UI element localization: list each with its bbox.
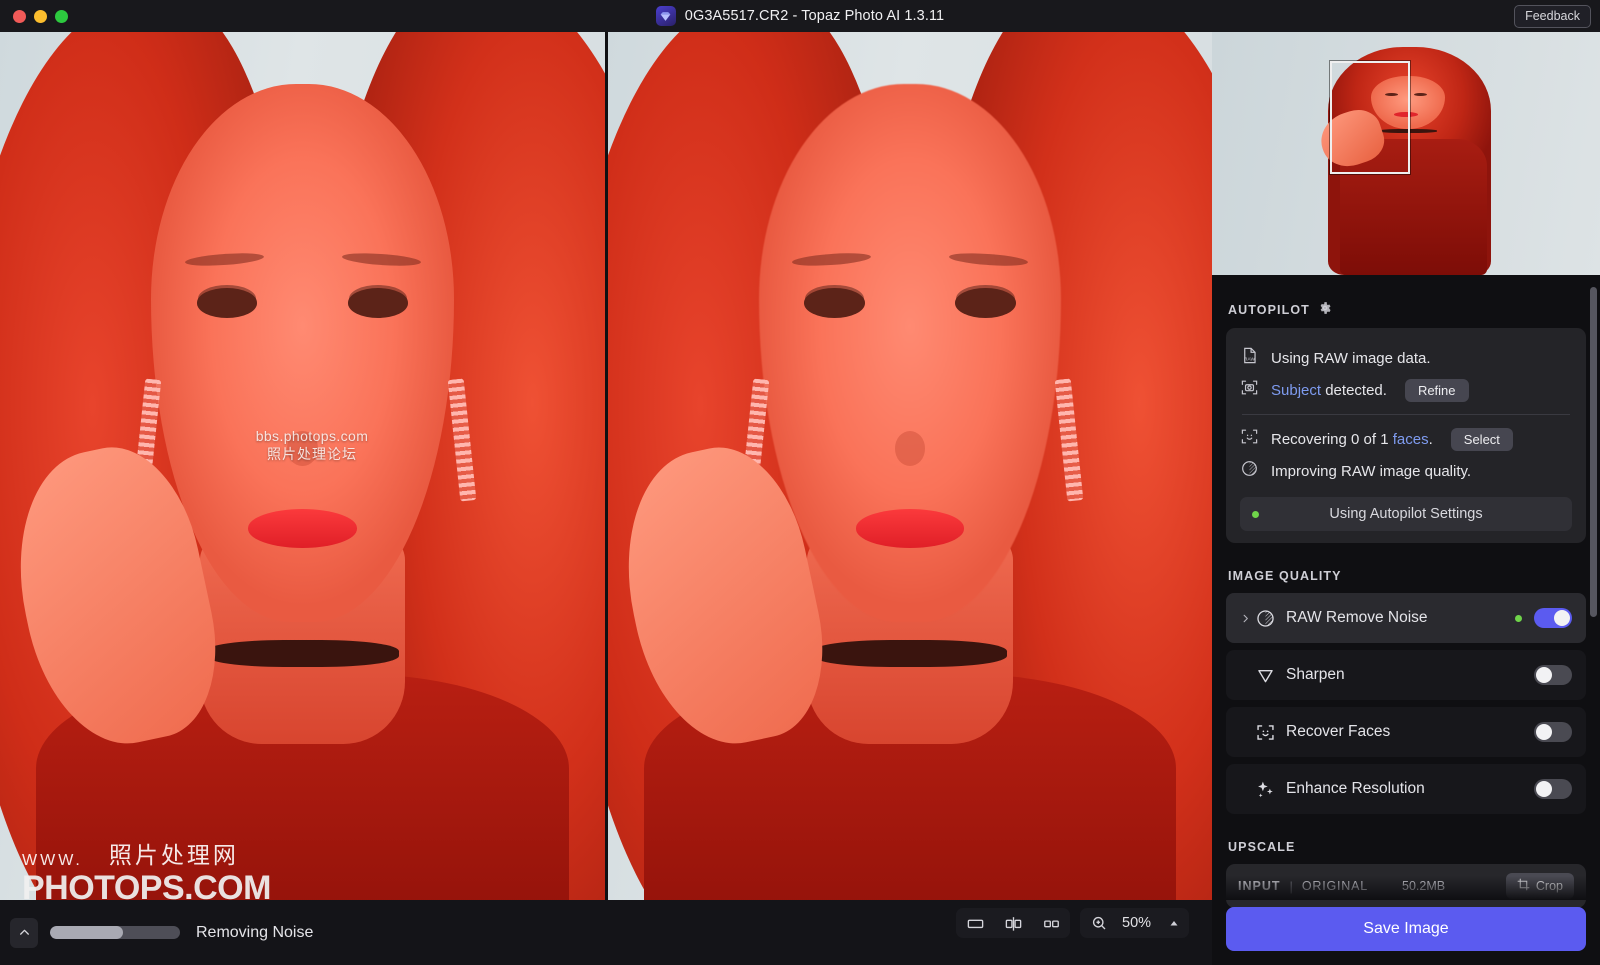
caret-up-icon[interactable] <box>1161 908 1187 938</box>
sharpen-toggle[interactable] <box>1534 665 1572 685</box>
upscale-section-header: UPSCALE <box>1228 840 1586 854</box>
panel-scrollbar[interactable] <box>1590 287 1597 897</box>
feature-row-enhance-resolution[interactable]: Enhance Resolution <box>1226 764 1586 814</box>
progress-fill <box>50 926 123 939</box>
view-mode-group[interactable] <box>956 908 1070 938</box>
autopilot-section-label: AUTOPILOT <box>1228 303 1310 317</box>
scrollbar-thumb[interactable] <box>1590 287 1597 617</box>
input-value: ORIGINAL <box>1302 879 1368 893</box>
zoom-level-label: 50% <box>1122 915 1151 931</box>
minimize-window-button[interactable] <box>34 10 47 23</box>
window-title: 0G3A5517.CR2 - Topaz Photo AI 1.3.11 <box>685 8 944 24</box>
magnifier-plus-icon[interactable] <box>1080 908 1118 938</box>
noise-circle-icon <box>1240 459 1259 483</box>
using-autopilot-settings-button[interactable]: Using Autopilot Settings <box>1240 497 1572 531</box>
gear-icon[interactable] <box>1318 301 1332 318</box>
topaz-diamond-icon <box>656 6 676 26</box>
autopilot-settings-label: Using Autopilot Settings <box>1329 506 1482 522</box>
image-navigator[interactable] <box>1212 32 1600 275</box>
feature-row-recover-faces[interactable]: Recover Faces <box>1226 707 1586 757</box>
original-photo <box>0 32 605 900</box>
status-dot <box>1252 511 1259 518</box>
window-controls[interactable] <box>13 10 68 23</box>
side-by-side-icon[interactable] <box>1032 908 1070 938</box>
sparkle-icon <box>1252 779 1278 800</box>
feature-label: Sharpen <box>1286 666 1534 684</box>
input-separator: | <box>1290 879 1293 894</box>
processing-progress-bar <box>50 926 180 939</box>
view-tools[interactable]: 50% <box>956 908 1189 938</box>
feedback-button[interactable]: Feedback <box>1514 5 1591 28</box>
feature-row-raw-remove-noise[interactable]: RAW Remove Noise <box>1226 593 1586 643</box>
status-label: Removing Noise <box>196 924 313 942</box>
autopilot-card: RAW Using RAW image data. Subject detect… <box>1226 328 1586 543</box>
face-detect-icon <box>1240 427 1259 451</box>
status-dot <box>1515 615 1522 622</box>
autopilot-divider <box>1242 414 1570 415</box>
input-file-size: 50.2MB <box>1402 879 1445 893</box>
autopilot-section-header: AUTOPILOT <box>1228 301 1586 318</box>
settings-scroll-area[interactable]: AUTOPILOT RAW Using RAW image data. <box>1212 275 1600 912</box>
processed-image-pane[interactable]: bbs.photops.com 照片处理论坛 <box>608 32 1212 900</box>
chevron-right-icon[interactable] <box>1238 613 1252 624</box>
subject-link[interactable]: Subject <box>1271 382 1321 399</box>
noise-circle-icon <box>1252 608 1278 629</box>
autopilot-raw-label: Using RAW image data. <box>1271 350 1431 367</box>
upscale-input-row[interactable]: INPUT | ORIGINAL 50.2MB Crop <box>1226 864 1586 908</box>
autopilot-row-faces: Recovering 0 of 1 faces. Select <box>1240 423 1572 455</box>
crop-button[interactable]: Crop <box>1506 873 1574 899</box>
title-bar: 0G3A5517.CR2 - Topaz Photo AI 1.3.11 Fee… <box>0 0 1600 32</box>
image-canvas[interactable]: bbs.photops.com 照片处理论坛 WWW. 照片处理网 PHOTOP… <box>0 32 1212 900</box>
autopilot-row-raw: RAW Using RAW image data. <box>1240 342 1572 374</box>
right-panel: AUTOPILOT RAW Using RAW image data. <box>1212 32 1600 965</box>
raw-remove-noise-toggle[interactable] <box>1534 608 1572 628</box>
svg-text:RAW: RAW <box>1244 357 1255 363</box>
sharpen-triangle-icon <box>1252 665 1278 686</box>
image-quality-section-header: IMAGE QUALITY <box>1228 569 1586 583</box>
raw-file-icon: RAW <box>1240 346 1259 370</box>
processed-photo <box>608 32 1212 900</box>
original-image-pane[interactable]: bbs.photops.com 照片处理论坛 WWW. 照片处理网 PHOTOP… <box>0 32 605 900</box>
rectangle-icon[interactable] <box>956 908 994 938</box>
split-compare-icon[interactable] <box>994 908 1032 938</box>
input-label: INPUT <box>1238 879 1281 893</box>
autopilot-row-quality: Improving RAW image quality. <box>1240 455 1572 487</box>
zoom-control[interactable]: 50% <box>1080 908 1189 938</box>
maximize-window-button[interactable] <box>55 10 68 23</box>
subject-detected-text: detected. <box>1321 382 1387 399</box>
autopilot-faces-label: Recovering 0 of 1 faces. <box>1271 431 1433 448</box>
title-center: 0G3A5517.CR2 - Topaz Photo AI 1.3.11 <box>0 0 1600 32</box>
feature-row-sharpen[interactable]: Sharpen <box>1226 650 1586 700</box>
autopilot-quality-label: Improving RAW image quality. <box>1271 463 1471 480</box>
crop-label: Crop <box>1536 879 1563 893</box>
select-button[interactable]: Select <box>1451 428 1513 451</box>
feature-label: Enhance Resolution <box>1286 780 1534 798</box>
save-image-button[interactable]: Save Image <box>1226 907 1586 951</box>
autopilot-row-subject: Subject detected. Refine <box>1240 374 1572 406</box>
faces-pre-text: Recovering 0 of 1 <box>1271 431 1393 448</box>
refine-button[interactable]: Refine <box>1405 379 1469 402</box>
close-window-button[interactable] <box>13 10 26 23</box>
enhance-resolution-toggle[interactable] <box>1534 779 1572 799</box>
viewport-indicator[interactable] <box>1330 61 1410 174</box>
recover-faces-toggle[interactable] <box>1534 722 1572 742</box>
chevron-up-icon[interactable] <box>10 918 38 948</box>
autopilot-subject-label: Subject detected. <box>1271 382 1387 399</box>
crop-icon <box>1517 878 1530 894</box>
faces-post-text: . <box>1429 431 1433 448</box>
face-detect-icon <box>1252 722 1278 743</box>
faces-link[interactable]: faces <box>1393 431 1429 448</box>
feature-label: RAW Remove Noise <box>1286 609 1515 627</box>
progress-group: Removing Noise <box>10 918 313 948</box>
subject-detect-icon <box>1240 378 1259 402</box>
feature-label: Recover Faces <box>1286 723 1534 741</box>
